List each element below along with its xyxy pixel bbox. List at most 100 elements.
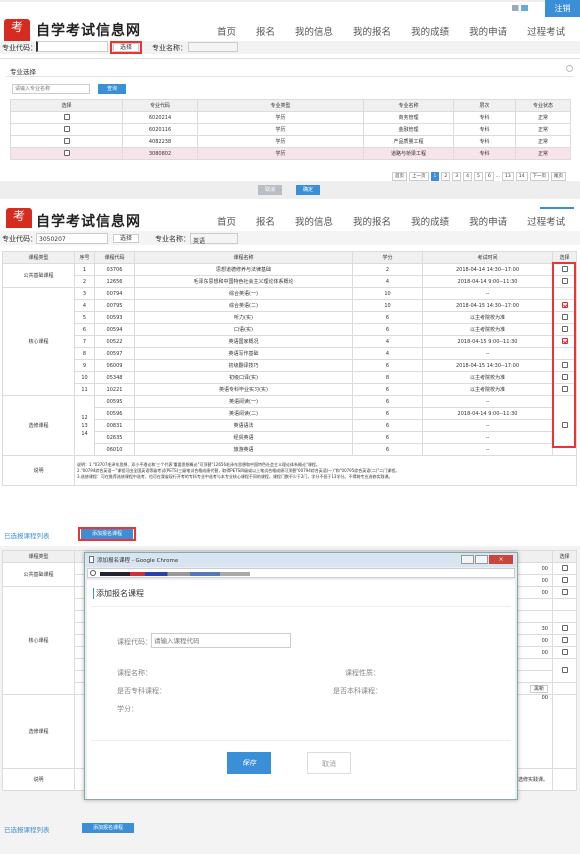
page-2[interactable]: 2 <box>441 172 451 181</box>
row-checkbox[interactable] <box>63 150 70 157</box>
save-button[interactable]: 保存 <box>227 752 271 774</box>
popup-heading: 添加报名课程 <box>93 588 144 599</box>
nav-home[interactable]: 首页 <box>217 217 236 228</box>
table-cell: 口语(实) <box>134 323 353 336</box>
window-close-icon[interactable]: × <box>489 555 513 564</box>
table-row[interactable]: 7 00522 英语国家概况 4 2018-04-15 9:00--11:30 <box>3 335 577 348</box>
course-checkbox[interactable] <box>561 667 568 674</box>
select-major-button[interactable]: 选择 <box>113 43 139 52</box>
table-row[interactable]: 选修课程 12 13 14 00595 英语阅读(一) 6 -- <box>2 395 577 456</box>
table-row[interactable]: 公共基础课程 1 03706 思想道德修养与法律基础 2 2018-04-14 14:30… <box>2 263 577 288</box>
table-cell <box>552 646 577 659</box>
table-row[interactable]: 4 00795 综合英语(二) 10 2018-04-15 14:30--17:00 <box>3 299 577 312</box>
page-first[interactable]: 首页 <box>392 172 407 181</box>
page-1[interactable]: 1 <box>430 172 440 181</box>
nav-my-enroll[interactable]: 我的报名 <box>353 27 391 38</box>
table-row[interactable]: 9 06009 初级翻译技巧 6 2018-04-15 14:30--17:00 <box>3 359 577 372</box>
nav-my-enroll[interactable]: 我的报名 <box>353 217 391 228</box>
header-cell: 课程类型 <box>2 550 75 563</box>
nav-my-scores[interactable]: 我的成绩 <box>411 217 449 228</box>
minimize-icon[interactable] <box>461 555 474 564</box>
course-checkbox[interactable] <box>561 589 568 596</box>
table-row[interactable]: 2 12656 毛泽东思想和中国特色社会主义理论体系概论 4 2018-04-14 9:… <box>3 275 577 288</box>
page-14[interactable]: 14 <box>515 172 528 181</box>
page-3[interactable]: 3 <box>452 172 462 181</box>
table-cell: 2 <box>352 263 423 276</box>
major-search-input[interactable] <box>12 84 90 94</box>
table-cell <box>552 610 577 623</box>
nav-home[interactable]: 首页 <box>217 27 236 38</box>
table-cell: 6 <box>352 407 423 420</box>
page-13[interactable]: 13 <box>502 172 514 181</box>
table-row[interactable]: 6 00594 口语(实) 6 以主考院校为准 <box>3 323 577 336</box>
page-prev[interactable]: 上一页 <box>409 172 429 181</box>
course-checkbox[interactable] <box>561 649 568 656</box>
major-search-button[interactable]: 查询 <box>98 84 126 94</box>
nav-process-exam[interactable]: 过程考试 <box>527 217 565 228</box>
course-checkbox[interactable] <box>561 577 568 584</box>
table-row[interactable]: 3080802 学历 道路与桥梁工程 专科 正常 <box>10 147 571 160</box>
nav-process-exam[interactable]: 过程考试 <box>527 27 565 38</box>
page-6[interactable]: 6 <box>484 172 494 181</box>
nav-my-apply[interactable]: 我的申请 <box>469 217 507 228</box>
info-icon[interactable] <box>90 570 96 576</box>
site-logo-icon: 考 <box>4 19 30 41</box>
page-last[interactable]: 尾页 <box>551 172 567 181</box>
table-row[interactable]: 10 05348 初级口译(实) 8 以主考院校为准 <box>3 371 577 384</box>
nav-my-info[interactable]: 我的信息 <box>295 217 333 228</box>
major-name-input[interactable] <box>188 42 238 52</box>
bg-select[interactable]: 黑新 <box>529 685 548 693</box>
major-name-input[interactable]: 英语 <box>190 233 238 245</box>
add-course-button[interactable]: 添加报名课程 <box>82 823 134 833</box>
table-cell <box>10 111 123 124</box>
nav-enroll[interactable]: 报名 <box>256 27 275 38</box>
table-row[interactable]: 11 10221 英语专科毕业实习(实) 6 以主考院校为准 <box>3 383 577 396</box>
table-cell: 学历 <box>197 135 364 148</box>
table-cell: 05348 <box>94 371 135 384</box>
table-cell: 英语阅读(二) <box>134 407 353 420</box>
top-strip <box>0 0 580 2</box>
major-code-input[interactable] <box>36 41 108 52</box>
table-cell: 学历 <box>197 147 364 160</box>
table-cell: 00795 <box>94 299 135 312</box>
table-row[interactable]: 8 00597 英语写作基础 4 -- <box>3 347 577 360</box>
table-cell: 英语写作基础 <box>134 347 353 360</box>
course-checkbox[interactable] <box>561 625 568 632</box>
logout-button[interactable]: 注销 <box>545 0 580 17</box>
add-course-button[interactable]: 添加报名课程 <box>81 529 133 539</box>
table-row[interactable]: 4082238 学历 产品质量工程 专科 正常 <box>10 135 571 148</box>
table-row[interactable]: 6020214 学历 商务管理 专科 正常 <box>10 111 571 124</box>
main-nav: 首页 报名 我的信息 我的报名 我的成绩 我的申请 过程考试 <box>217 214 580 228</box>
row-checkbox[interactable] <box>63 126 70 133</box>
course-code-input[interactable] <box>151 633 291 648</box>
table-cell <box>552 562 577 575</box>
table-cell: 正常 <box>515 123 571 136</box>
nav-my-info[interactable]: 我的信息 <box>295 27 333 38</box>
row-checkbox[interactable] <box>63 138 70 145</box>
nav-enroll[interactable]: 报名 <box>256 217 275 228</box>
page-5[interactable]: 5 <box>474 172 483 181</box>
header-cell: 考试时间 <box>422 251 553 264</box>
nav-my-scores[interactable]: 我的成绩 <box>411 27 449 38</box>
table-row[interactable]: 6020116 学历 金融管理 专科 正常 <box>10 123 571 136</box>
select-major-button[interactable]: 选择 <box>113 234 139 243</box>
nav-my-apply[interactable]: 我的申请 <box>469 27 507 38</box>
major-code-input[interactable]: 3050207 <box>36 233 108 244</box>
page-next[interactable]: 下一页 <box>529 172 550 181</box>
major-ok-button[interactable]: 确定 <box>296 185 320 195</box>
table-row[interactable]: 5 00593 听力(实) 6 以主考院校为准 <box>3 311 577 324</box>
close-icon[interactable] <box>566 65 573 72</box>
section-1: 注销 考 自学考试信息网 首页 报名 我的信息 我的报名 我的成绩 我的申请 过程考试 专业… <box>0 0 580 55</box>
maximize-icon[interactable] <box>475 555 488 564</box>
table-cell: 专科 <box>453 111 516 124</box>
course-checkbox[interactable] <box>561 565 568 572</box>
row-checkbox[interactable] <box>63 114 70 121</box>
page-4[interactable]: 4 <box>463 172 472 181</box>
course-checkbox[interactable] <box>561 637 568 644</box>
user-avatar-icon[interactable] <box>512 5 528 11</box>
table-row[interactable]: 核心课程 3 00794 综合英语(一) 10 -- <box>2 287 577 396</box>
major-cancel-button[interactable]: 取消 <box>258 185 282 195</box>
cancel-button[interactable]: 取消 <box>307 752 351 774</box>
address-bar[interactable] <box>87 568 515 578</box>
table-cell <box>552 694 577 769</box>
